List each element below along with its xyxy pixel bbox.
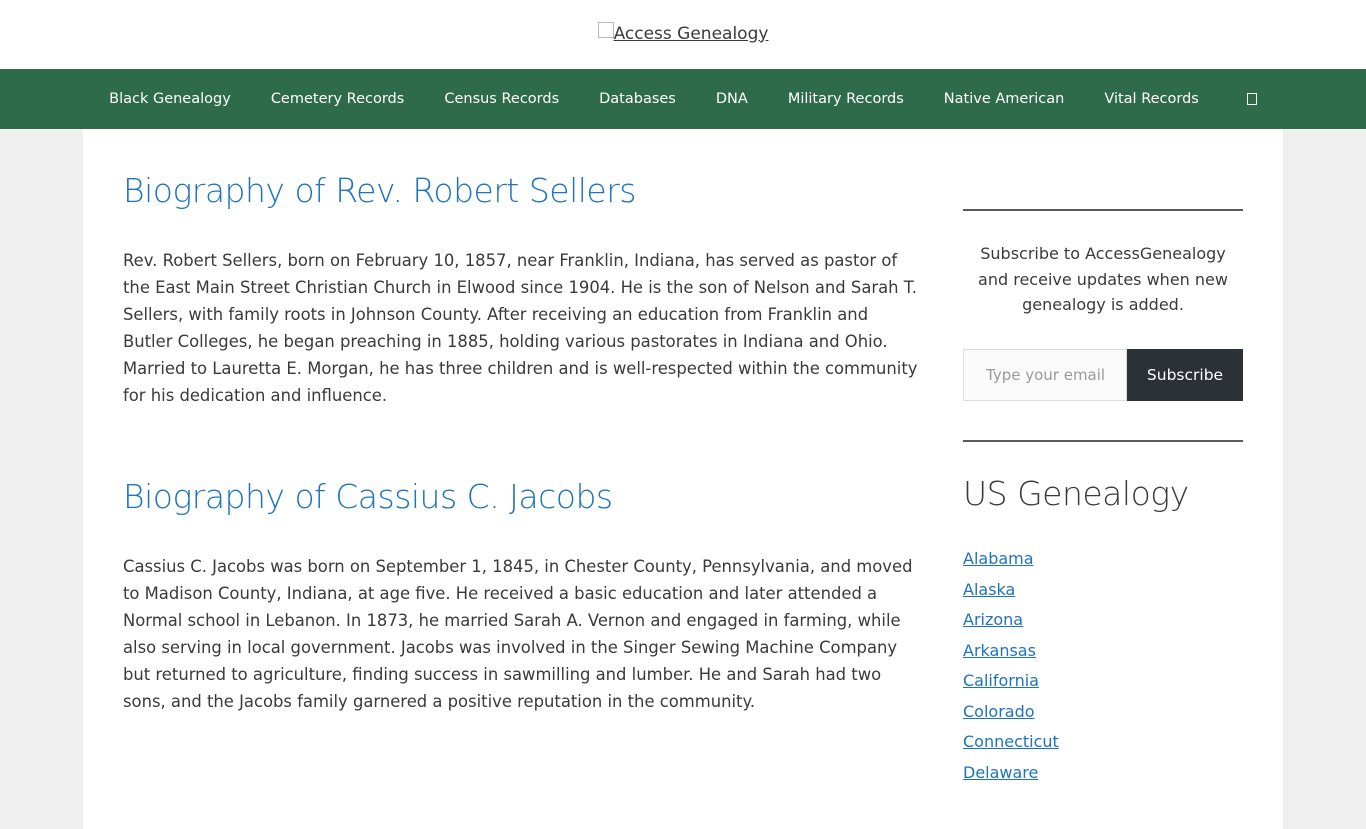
nav-item-databases[interactable]: Databases bbox=[579, 69, 696, 129]
list-item: Alabama bbox=[963, 544, 1059, 575]
nav-item-census-records[interactable]: Census Records bbox=[424, 69, 579, 129]
broken-image-icon bbox=[597, 21, 614, 38]
post-title-link[interactable]: Biography of Cassius C. Jacobs bbox=[123, 477, 613, 517]
nav-item-military-records[interactable]: Military Records bbox=[768, 69, 924, 129]
subscribe-form: Subscribe bbox=[963, 349, 1243, 401]
nav-item-vital-records[interactable]: Vital Records bbox=[1084, 69, 1219, 129]
divider bbox=[963, 440, 1243, 442]
nav-item-black-genealogy[interactable]: Black Genealogy bbox=[89, 69, 251, 129]
post-excerpt: Rev. Robert Sellers, born on February 10… bbox=[123, 251, 918, 405]
nav-item-dna[interactable]: DNA bbox=[696, 69, 768, 129]
divider bbox=[963, 209, 1243, 211]
list-item: Arizona bbox=[963, 605, 1059, 636]
list-item: Arkansas bbox=[963, 636, 1059, 667]
state-link-arizona[interactable]: Arizona bbox=[963, 610, 1023, 629]
state-link-california[interactable]: California bbox=[963, 671, 1039, 690]
logo-alt-text: Access Genealogy bbox=[613, 23, 769, 44]
subscribe-text: Subscribe to AccessGenealogy and receive… bbox=[978, 244, 1228, 314]
state-link-alabama[interactable]: Alabama bbox=[963, 549, 1034, 568]
list-item: Alaska bbox=[963, 575, 1059, 606]
post-excerpt: Cassius C. Jacobs was born on September … bbox=[123, 557, 913, 711]
email-input[interactable] bbox=[963, 349, 1127, 401]
post-title-link[interactable]: Biography of Rev. Robert Sellers bbox=[123, 171, 636, 211]
site-logo[interactable]: Access Genealogy bbox=[597, 21, 769, 44]
state-link-connecticut[interactable]: Connecticut bbox=[963, 732, 1059, 751]
content-container: Biography of Rev. Robert Sellers Rev. Ro… bbox=[83, 129, 1283, 829]
list-item: Connecticut bbox=[963, 727, 1059, 758]
state-link-arkansas[interactable]: Arkansas bbox=[963, 641, 1036, 660]
search-icon bbox=[1246, 93, 1257, 105]
widget-title: US Genealogy bbox=[963, 474, 1189, 513]
state-link-delaware[interactable]: Delaware bbox=[963, 763, 1038, 782]
subscribe-button[interactable]: Subscribe bbox=[1127, 349, 1243, 401]
list-item: California bbox=[963, 666, 1059, 697]
nav-item-native-american[interactable]: Native American bbox=[924, 69, 1085, 129]
state-link-alaska[interactable]: Alaska bbox=[963, 580, 1015, 599]
nav-item-cemetery-records[interactable]: Cemetery Records bbox=[251, 69, 425, 129]
list-item: Colorado bbox=[963, 697, 1059, 728]
nav-search-toggle[interactable] bbox=[1219, 69, 1277, 129]
state-link-colorado[interactable]: Colorado bbox=[963, 702, 1035, 721]
site-header: Access Genealogy bbox=[0, 0, 1366, 69]
state-list: Alabama Alaska Arizona Arkansas Californ… bbox=[963, 544, 1059, 788]
main-navigation: Black Genealogy Cemetery Records Census … bbox=[0, 69, 1366, 129]
list-item: Delaware bbox=[963, 758, 1059, 789]
